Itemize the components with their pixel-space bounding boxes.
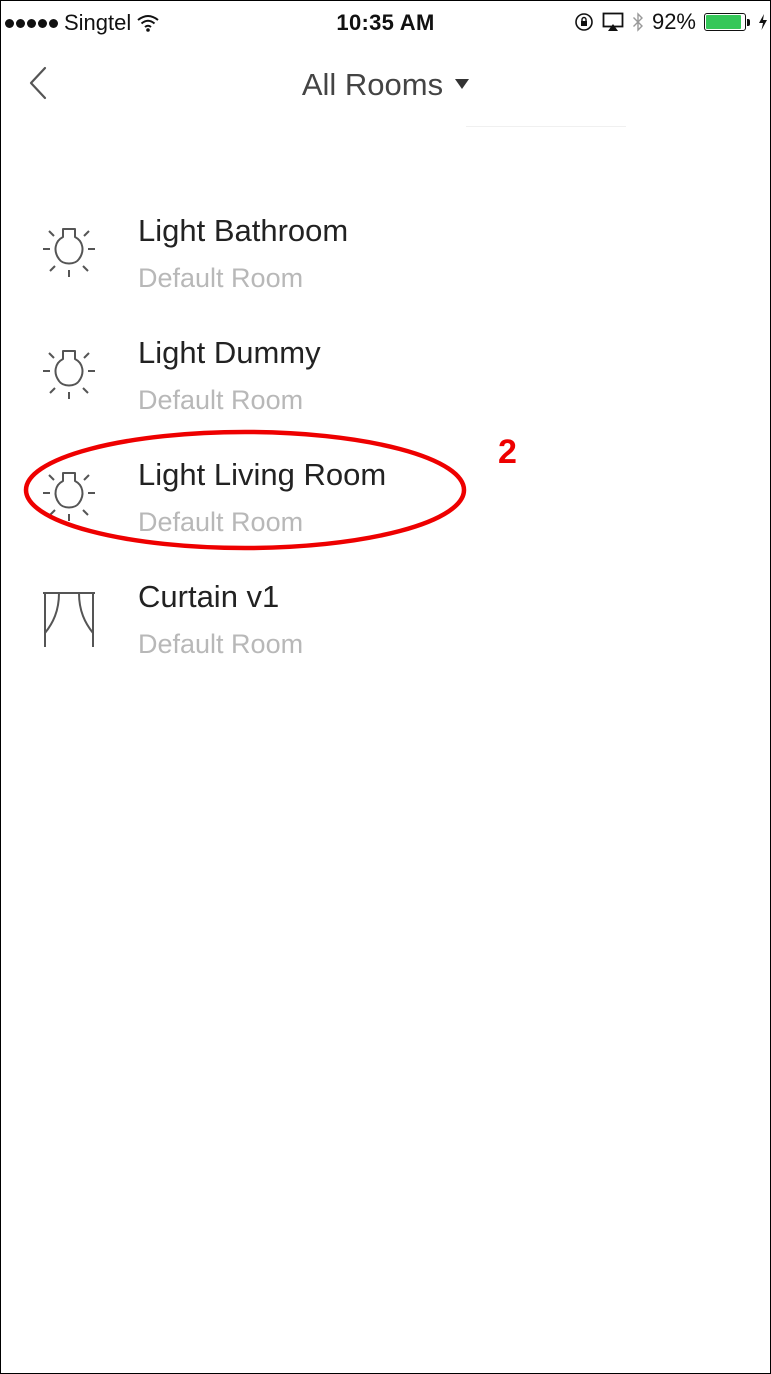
annotation-label: 2 — [498, 433, 517, 471]
device-room: Default Room — [138, 263, 304, 293]
device-name: Light Living Room — [138, 457, 387, 492]
device-room: Default Room — [138, 385, 304, 415]
charging-icon — [759, 14, 767, 30]
light-bulb-icon — [43, 472, 95, 521]
device-room: Default Room — [138, 507, 304, 537]
device-name: Curtain v1 — [138, 579, 280, 614]
device-item-light-dummy[interactable]: Light Dummy Default Room — [1, 323, 770, 433]
phone-screen: Singtel 10:35 AM 92% All Rooms Light Bat… — [0, 0, 771, 1374]
device-name: Light Dummy — [138, 335, 321, 370]
room-selector[interactable]: All Rooms — [1, 67, 770, 103]
nav-divider — [466, 126, 626, 127]
device-name: Light Bathroom — [138, 213, 349, 248]
status-bar: Singtel 10:35 AM 92% — [1, 1, 770, 41]
bluetooth-icon — [632, 12, 643, 32]
light-bulb-icon — [43, 228, 95, 277]
airplay-icon — [602, 12, 624, 31]
battery-fill — [706, 15, 741, 29]
orientation-lock-icon — [575, 13, 593, 31]
battery-percent: 92% — [651, 9, 696, 34]
nav-bar: All Rooms — [1, 41, 770, 129]
status-right: 92% — [574, 9, 768, 35]
device-item-curtain-v1[interactable]: Curtain v1 Default Room — [1, 567, 770, 677]
device-item-light-bathroom[interactable]: Light Bathroom Default Room — [1, 201, 770, 311]
light-bulb-icon — [43, 350, 95, 399]
battery-icon — [704, 13, 750, 31]
curtain-icon — [43, 592, 95, 647]
device-room: Default Room — [138, 629, 304, 659]
caret-down-icon — [455, 78, 470, 89]
nav-title-label: All Rooms — [301, 67, 444, 102]
device-item-light-living-room[interactable]: Light Living Room Default Room — [1, 445, 770, 555]
